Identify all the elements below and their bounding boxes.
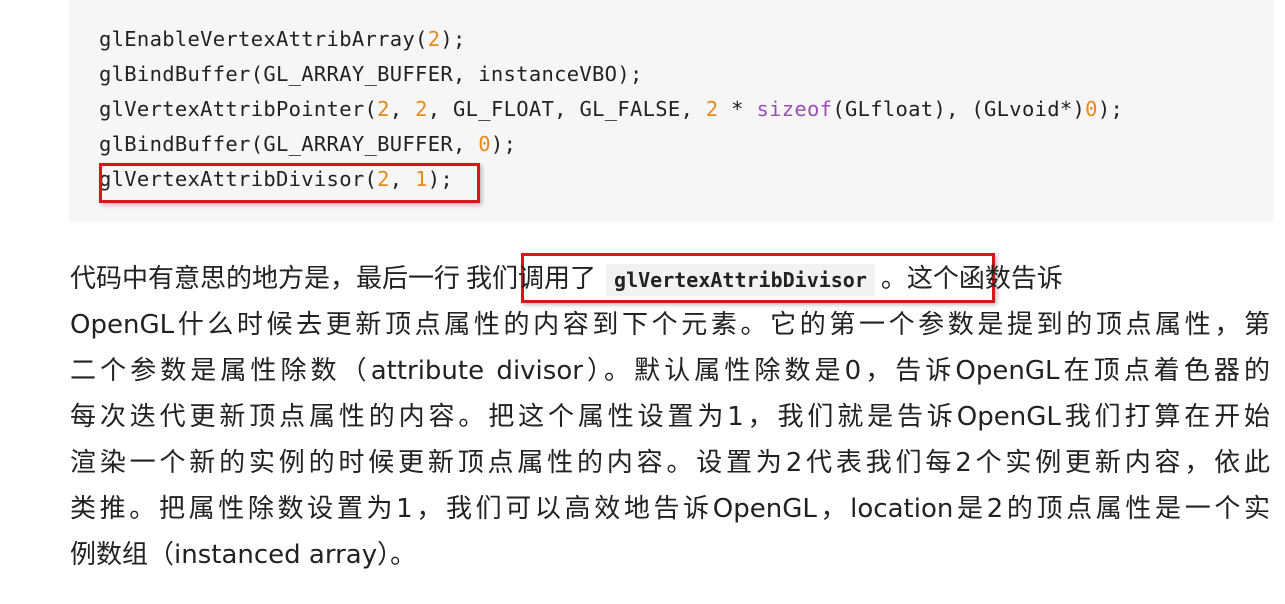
paragraph-line-3: 二个参数是属性除数（attribute divisor）。默认属性除数是0，告诉… [70,356,1270,386]
inline-code: glVertexAttribDivisor [606,264,875,296]
code-line-3: glVertexAttribPointer(2, 2, GL_FLOAT, GL… [99,97,1124,121]
paragraph-line-6: 类推。把属性除数设置为1，我们可以高效地告诉OpenGL，location是2的… [70,494,1270,524]
body-paragraph: 代码中有意思的地方是，最后一行 我们调用了 glVertexAttribDiviso… [70,256,1270,578]
code-line-5: glVertexAttribDivisor(2, 1); [99,167,454,191]
code-line-4: glBindBuffer(GL_ARRAY_BUFFER, 0); [99,132,517,156]
paragraph-line-7: 例数组（instanced array）。 [70,540,417,570]
paragraph-line-1: 代码中有意思的地方是，最后一行 我们调用了 glVertexAttribDiviso… [70,264,1063,296]
code-line-2: glBindBuffer(GL_ARRAY_BUFFER, instanceVB… [99,62,643,86]
paragraph-line-5: 渲染一个新的实例的时候更新顶点属性的内容。设置为2代表我们每2个实例更新内容，依… [70,448,1270,478]
paragraph-line-2: OpenGL什么时候去更新顶点属性的内容到下个元素。它的第一个参数是提到的顶点属… [70,310,1270,340]
code-block: glEnableVertexAttribArray(2); glBindBuff… [69,0,1274,222]
paragraph-line-4: 每次迭代更新顶点属性的内容。把这个属性设置为1，我们就是告诉OpenGL我们打算… [70,402,1270,432]
code-line-1: glEnableVertexAttribArray(2); [99,27,466,51]
